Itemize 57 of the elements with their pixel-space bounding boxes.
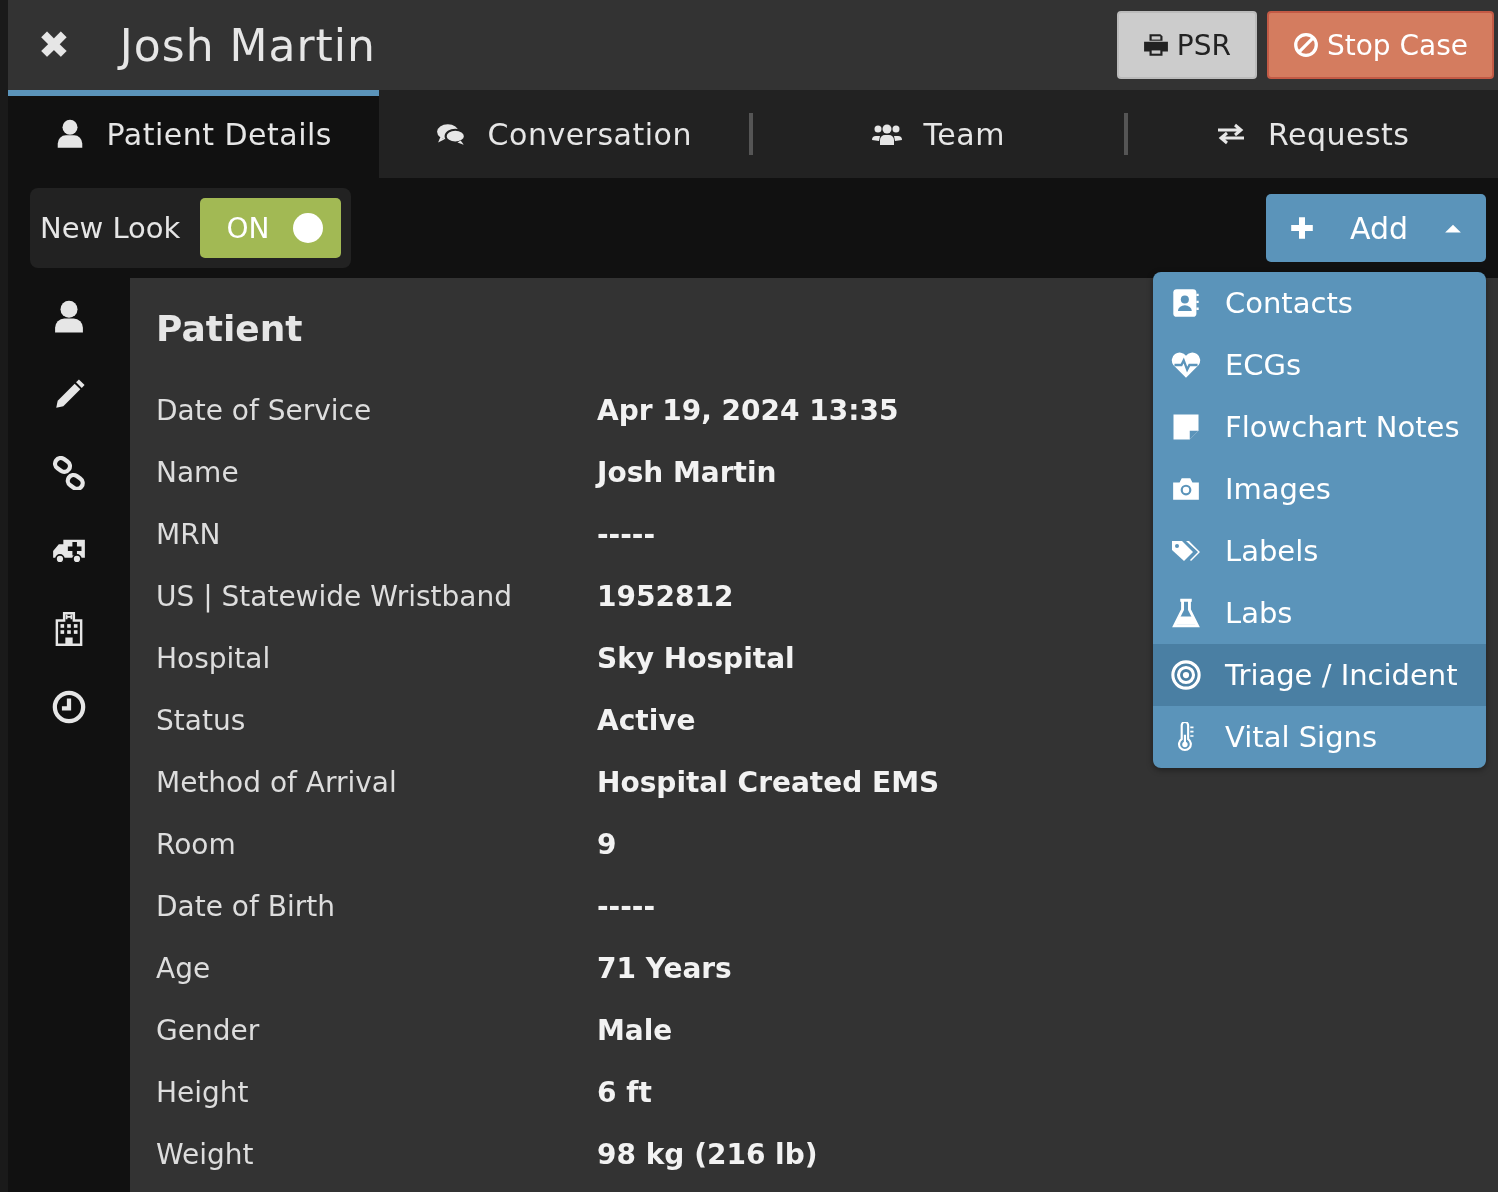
field-label: MRN [156, 517, 221, 551]
menu-item[interactable]: ECGs [1153, 334, 1486, 396]
field-label: Hospital [156, 641, 271, 675]
toggle-switch[interactable]: ON [200, 198, 342, 258]
field-label: US | Statewide Wristband [156, 579, 512, 613]
person-nav-button[interactable] [52, 300, 86, 334]
field-value: 98 kg (216 lb) [597, 1137, 818, 1171]
field-value: Josh Martin [597, 455, 777, 489]
menu-item[interactable]: Triage / Incident [1153, 644, 1486, 706]
menu-item[interactable]: Labels [1153, 520, 1486, 582]
stop-case-button[interactable]: Stop Case [1266, 11, 1494, 79]
field-label: Status [156, 703, 246, 737]
printer-icon [1142, 32, 1169, 58]
tab[interactable]: Team [753, 90, 1124, 178]
new-look-label: New Look [40, 211, 181, 245]
menu-item[interactable]: Contacts [1153, 272, 1486, 334]
tab[interactable]: Conversation [378, 90, 749, 178]
field-label: Weight [156, 1137, 254, 1171]
menu-item[interactable]: Images [1153, 458, 1486, 520]
field-value: ----- [597, 889, 656, 923]
field-label: Name [156, 455, 239, 489]
field-label: Date of Service [156, 393, 372, 427]
field-value: 71 Years [597, 951, 732, 985]
link-nav-button[interactable] [52, 456, 86, 490]
field-value: Apr 19, 2024 13:35 [597, 393, 899, 427]
note-icon [1171, 412, 1201, 442]
flask-icon [1171, 598, 1201, 628]
psr-button[interactable]: PSR [1116, 11, 1257, 79]
contact-card-icon [1171, 288, 1201, 318]
heartbeat-icon [1171, 350, 1201, 380]
tab[interactable]: Requests [1127, 90, 1498, 178]
field-label: Age [156, 951, 211, 985]
window-title: Josh Martin [119, 19, 377, 71]
field-value: ----- [597, 517, 656, 551]
menu-item[interactable]: Vital Signs [1153, 706, 1486, 768]
menu-item[interactable]: Labs [1153, 582, 1486, 644]
field-value: 9 [597, 827, 617, 861]
stop-icon [1292, 32, 1319, 58]
field-label: Room [156, 827, 236, 861]
target-icon [1171, 660, 1201, 690]
field-value: Sky Hospital [597, 641, 795, 675]
menu-item[interactable]: Flowchart Notes [1153, 396, 1486, 458]
panel-title: Patient [156, 308, 304, 349]
field-value: Male [597, 1013, 673, 1047]
field-value: 6 ft [597, 1075, 652, 1109]
close-button[interactable]: ✖ [38, 23, 70, 67]
field-value: Hospital Created EMS [597, 765, 940, 799]
add-button[interactable]: Add [1265, 194, 1486, 262]
plus-icon [1289, 216, 1314, 240]
field-label: Date of Birth [156, 889, 335, 923]
field-value: 1952812 [597, 579, 734, 613]
clock-nav-button[interactable] [52, 690, 86, 724]
field-label: Height [156, 1075, 249, 1109]
field-label: Gender [156, 1013, 260, 1047]
field-label: Method of Arrival [156, 765, 397, 799]
field-value: Active [597, 703, 696, 737]
tab[interactable]: Patient Details [8, 90, 379, 178]
